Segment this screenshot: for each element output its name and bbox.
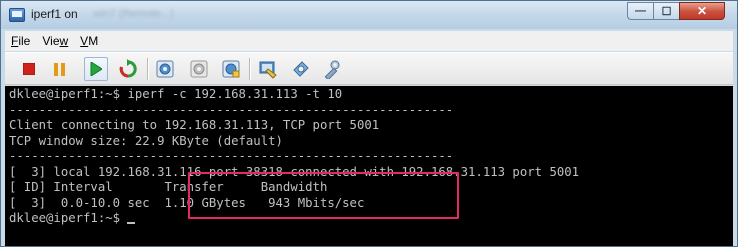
menu-view[interactable]: View xyxy=(36,34,74,48)
play-icon xyxy=(90,62,102,76)
reset-button[interactable] xyxy=(116,57,140,81)
minimize-button[interactable]: — xyxy=(627,2,653,20)
terminal-line: dklee@iperf1:~$ iperf -c 192.168.31.113 … xyxy=(9,87,343,101)
terminal-line: ----------------------------------------… xyxy=(9,102,454,117)
wrench-button[interactable] xyxy=(319,57,343,81)
menu-vm[interactable]: VM xyxy=(74,34,104,48)
snapshot-manager-button[interactable] xyxy=(219,57,243,81)
minimize-icon: — xyxy=(635,5,646,17)
settings-icon xyxy=(259,61,277,79)
title-bar[interactable]: iperf1 on win7 (Remote...) — ☐ ✕ xyxy=(1,1,737,29)
toolbar-separator xyxy=(147,58,148,80)
close-icon: ✕ xyxy=(696,4,708,18)
toolbar xyxy=(5,52,733,85)
stop-icon xyxy=(23,63,35,75)
terminal-line: ----------------------------------------… xyxy=(9,149,454,163)
snapshot-manager-icon xyxy=(222,60,240,78)
maximize-icon: ☐ xyxy=(661,5,672,18)
terminal[interactable]: dklee@iperf1:~$ iperf -c 192.168.31.113 … xyxy=(5,86,733,246)
terminal-prompt: dklee@iperf1:~$ xyxy=(9,211,128,225)
stop-button[interactable] xyxy=(17,57,41,81)
vm-window: iperf1 on win7 (Remote...) — ☐ ✕ File Vi… xyxy=(0,0,738,247)
maximize-button[interactable]: ☐ xyxy=(653,2,679,20)
snapshot-icon xyxy=(156,60,174,78)
wrench-icon xyxy=(324,60,340,79)
window-title-obscured: win7 (Remote...) xyxy=(93,8,174,20)
reset-icon xyxy=(119,59,137,78)
terminal-line: Client connecting to 192.168.31.113, TCP… xyxy=(9,118,380,132)
menu-file[interactable]: File xyxy=(5,34,36,48)
pause-button[interactable] xyxy=(48,57,72,81)
tools-button[interactable] xyxy=(289,57,313,81)
menu-bar: File View VM xyxy=(5,31,733,51)
text-cursor xyxy=(127,222,136,224)
terminal-line: TCP window size: 22.9 KByte (default) xyxy=(9,133,283,148)
tools-icon xyxy=(293,61,309,77)
revert-snapshot-icon xyxy=(190,60,208,78)
highlight-box xyxy=(188,172,459,219)
close-button[interactable]: ✕ xyxy=(679,2,725,20)
window-title: iperf1 on xyxy=(31,7,78,21)
revert-snapshot-button[interactable] xyxy=(187,57,211,81)
snapshot-button[interactable] xyxy=(153,57,177,81)
settings-button[interactable] xyxy=(255,57,279,81)
play-button[interactable] xyxy=(84,57,108,81)
toolbar-separator xyxy=(249,58,250,80)
vm-app-icon xyxy=(9,8,25,22)
pause-icon xyxy=(54,62,65,76)
